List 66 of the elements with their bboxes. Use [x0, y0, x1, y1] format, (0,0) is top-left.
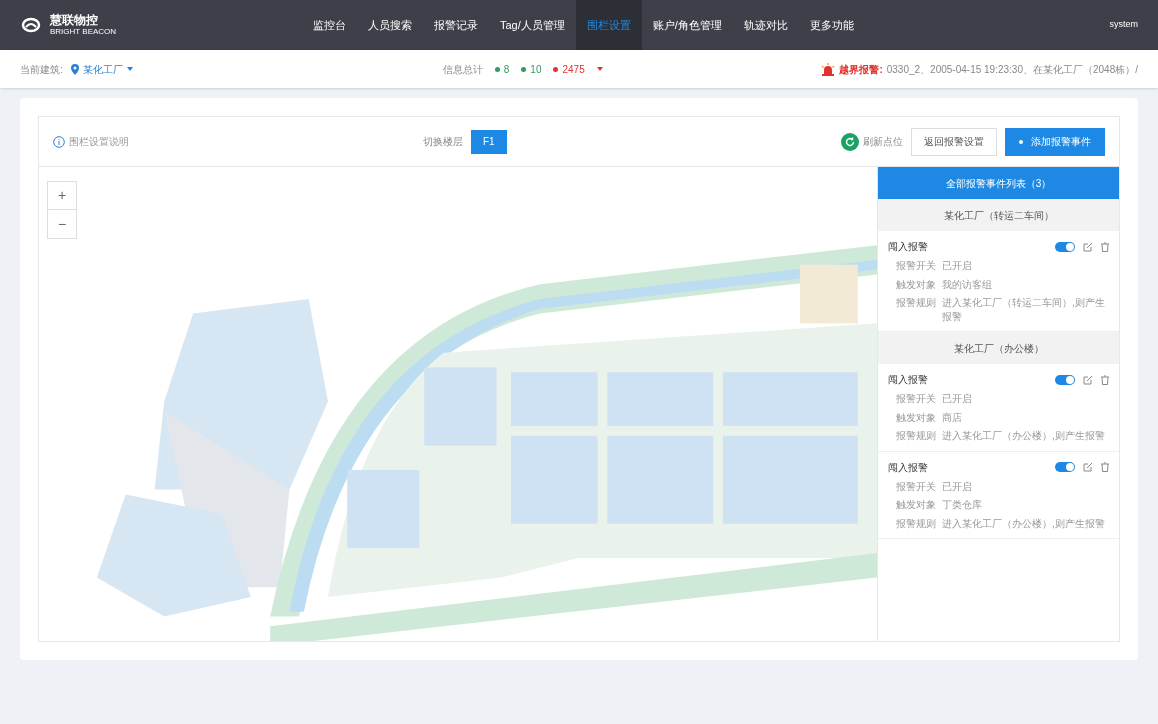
nav-tab[interactable]: 报警记录 [423, 0, 489, 50]
nav-tab[interactable]: Tag/人员管理 [489, 0, 576, 50]
back-button[interactable]: 返回报警设置 [911, 127, 997, 156]
edit-icon[interactable] [1083, 374, 1093, 385]
edit-icon[interactable] [1083, 462, 1093, 472]
field-label: 报警规则 [896, 429, 936, 443]
floor-label: 切换楼层 [423, 135, 463, 149]
edit-icon[interactable] [1083, 241, 1093, 252]
zoom-in-button[interactable]: + [48, 182, 76, 210]
field-value: 商店 [942, 410, 962, 424]
field-label: 报警规则 [896, 296, 936, 310]
field-label: 报警开关 [896, 479, 936, 493]
nav-tab[interactable]: 围栏设置 [575, 0, 642, 50]
field-value: 已开启 [942, 479, 972, 493]
nav-tab[interactable]: 轨迹对比 [732, 0, 799, 50]
field-label: 触发对象 [896, 277, 936, 291]
building-label: 当前建筑: [20, 62, 63, 77]
nav-tab[interactable]: 监控台 [302, 0, 357, 50]
field-value: 进入某化工厂（办公楼）,则产生报警 [942, 429, 1105, 443]
panel-header: 全部报警事件列表（3） [878, 167, 1119, 199]
logo-text: 慧联物控 [50, 14, 99, 26]
logo-icon [20, 17, 42, 33]
toggle-switch[interactable] [1055, 241, 1075, 252]
trash-icon[interactable] [1101, 462, 1109, 472]
pin-icon [70, 63, 79, 75]
caret-icon[interactable] [596, 67, 603, 71]
field-label: 报警开关 [896, 392, 936, 406]
nav-tab[interactable]: 账户/角色管理 [641, 0, 733, 50]
building-select[interactable]: 某化工厂 [70, 61, 133, 77]
field-value: 我的访客组 [942, 277, 992, 291]
field-value: 丁类仓库 [942, 498, 982, 512]
field-value: 进入某化工厂（转运二车间）,则产生报警 [942, 296, 1106, 323]
toggle-switch[interactable] [1055, 374, 1075, 385]
refresh-button[interactable]: 刷新点位 [841, 132, 903, 151]
event-title: 闯入报警 [888, 373, 928, 387]
trash-icon[interactable] [1101, 374, 1109, 385]
stat-count: 10 [530, 62, 542, 77]
field-label: 报警开关 [896, 259, 936, 273]
field-value: 已开启 [942, 259, 972, 273]
group-header: 某化工厂（转运二车间） [878, 199, 1119, 231]
zoom-out-button[interactable]: − [48, 210, 76, 238]
field-label: 触发对象 [896, 410, 936, 424]
event-title: 闯入报警 [888, 240, 928, 254]
field-value: 已开启 [942, 392, 972, 406]
event-title: 闯入报警 [888, 460, 928, 475]
stat-count: 8 [503, 62, 510, 77]
group-header: 某化工厂（办公楼） [878, 332, 1119, 364]
field-label: 报警规则 [896, 516, 936, 530]
field-value: 进入某化工厂（办公楼）,则产生报警 [942, 516, 1105, 530]
stat-count: 2475 [562, 62, 585, 77]
alarm-title: 越界报警: [839, 62, 883, 77]
refresh-icon [841, 132, 859, 151]
floor-button[interactable]: F1 [471, 129, 507, 154]
caret-icon [126, 67, 133, 71]
trash-icon[interactable] [1101, 241, 1109, 252]
field-label: 触发对象 [896, 498, 936, 512]
user-name[interactable]: system [1109, 18, 1138, 32]
logo-tagline: BRIGHT BEACON [50, 28, 117, 36]
alarm-light-icon [821, 62, 836, 76]
info-icon [53, 135, 65, 148]
toggle-switch[interactable] [1055, 462, 1075, 472]
alarm-message: 0330_2、2005-04-15 19:23:30、在某化工厂（2048栋）/ [886, 62, 1138, 77]
stats-label: 信息总计 [442, 62, 483, 77]
nav-tab[interactable]: 更多功能 [798, 0, 865, 50]
add-event-button[interactable]: 添加报警事件 [1005, 127, 1105, 156]
nav-tab[interactable]: 人员搜索 [357, 0, 423, 50]
